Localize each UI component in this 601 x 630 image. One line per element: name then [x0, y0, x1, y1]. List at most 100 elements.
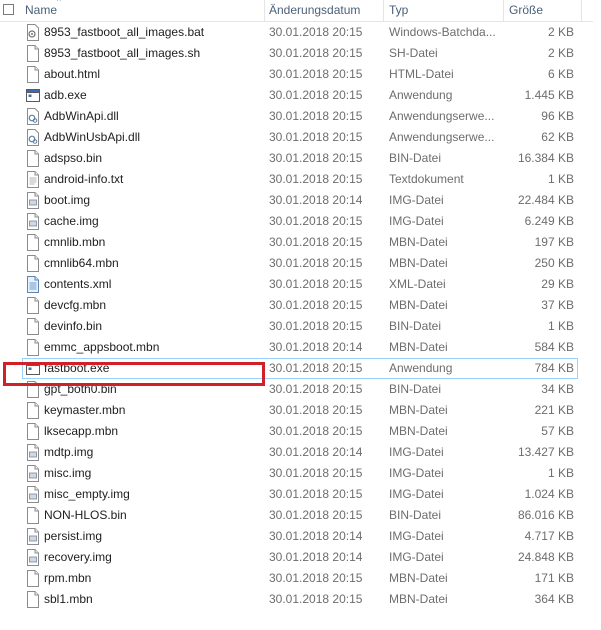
file-name: keymaster.mbn	[44, 403, 126, 417]
column-header-size[interactable]: Größe	[509, 0, 579, 21]
file-row[interactable]: contents.xml 30.01.2018 20:15 XML-Datei 29 …	[0, 274, 601, 295]
column-header-name[interactable]: Name	[25, 0, 260, 21]
file-size: 1.445 KB	[524, 88, 574, 102]
file-type: MBN-Datei	[389, 340, 448, 354]
file-name: devinfo.bin	[44, 319, 103, 333]
file-name: AdbWinUsbApi.dll	[44, 130, 141, 144]
vertical-scrollbar[interactable]	[593, 0, 601, 630]
file-row[interactable]: 8953_fastboot_all_images.sh 30.01.2018 20…	[0, 43, 601, 64]
file-row[interactable]: cache.img 30.01.2018 20:15 IMG-Datei 6.249 …	[0, 211, 601, 232]
file-row[interactable]: AdbWinUsbApi.dll 30.01.2018 20:15 Anwendun…	[0, 127, 601, 148]
column-header-type[interactable]: Typ	[389, 0, 499, 21]
generic-file-icon	[26, 318, 40, 335]
generic-file-icon	[26, 45, 40, 62]
file-row[interactable]: misc_empty.img 30.01.2018 20:15 IMG-Datei 1…	[0, 484, 601, 505]
file-type: HTML-Datei	[389, 67, 454, 81]
file-date: 30.01.2018 20:15	[269, 214, 363, 228]
file-name: 8953_fastboot_all_images.sh	[44, 46, 201, 60]
file-name: cache.img	[44, 214, 99, 228]
file-type: MBN-Datei	[389, 403, 448, 417]
file-row[interactable]: about.html 30.01.2018 20:15 HTML-Datei 6 KB	[0, 64, 601, 85]
column-divider[interactable]	[503, 0, 504, 21]
disk-image-icon	[26, 192, 40, 209]
file-name: lksecapp.mbn	[44, 424, 119, 438]
file-type: IMG-Datei	[389, 487, 444, 501]
file-size: 34 KB	[541, 382, 574, 396]
file-row[interactable]: cmnlib64.mbn 30.01.2018 20:15 MBN-Datei 250…	[0, 253, 601, 274]
column-divider[interactable]	[581, 0, 582, 21]
file-row[interactable]: adspso.bin 30.01.2018 20:15 BIN-Datei 16.38…	[0, 148, 601, 169]
file-name: rpm.mbn	[44, 571, 92, 585]
file-type: BIN-Datei	[389, 508, 442, 522]
file-row[interactable]: NON-HLOS.bin 30.01.2018 20:15 BIN-Datei 86.…	[0, 505, 601, 526]
select-all-checkbox[interactable]	[3, 4, 14, 15]
file-type: IMG-Datei	[389, 550, 444, 564]
file-size: 1 KB	[547, 172, 574, 186]
file-size: 171 KB	[534, 571, 574, 585]
file-type: Windows-Batchda...	[389, 25, 496, 39]
file-row[interactable]: persist.img 30.01.2018 20:14 IMG-Datei 4.71…	[0, 526, 601, 547]
generic-file-icon	[26, 570, 40, 587]
generic-file-icon	[26, 234, 40, 251]
file-size: 1 KB	[547, 319, 574, 333]
file-name: sbl1.mbn	[44, 592, 93, 606]
file-name: adspso.bin	[44, 151, 103, 165]
file-row[interactable]: cmnlib.mbn 30.01.2018 20:15 MBN-Datei 197 K…	[0, 232, 601, 253]
file-row[interactable]: keymaster.mbn 30.01.2018 20:15 MBN-Datei 22…	[0, 400, 601, 421]
file-type: Anwendung	[389, 361, 453, 375]
file-row[interactable]: adb.exe 30.01.2018 20:15 Anwendung 1.445 KB	[0, 85, 601, 106]
file-size: 62 KB	[541, 130, 574, 144]
file-size: 1 KB	[547, 466, 574, 480]
file-date: 30.01.2018 20:15	[269, 151, 363, 165]
file-row[interactable]: android-info.txt 30.01.2018 20:15 Textdoku…	[0, 169, 601, 190]
file-type: IMG-Datei	[389, 193, 444, 207]
file-row[interactable]: misc.img 30.01.2018 20:15 IMG-Datei 1 KB	[0, 463, 601, 484]
file-row[interactable]: AdbWinApi.dll 30.01.2018 20:15 Anwendungse…	[0, 106, 601, 127]
file-type: XML-Datei	[389, 277, 446, 291]
file-date: 30.01.2018 20:15	[269, 571, 363, 585]
file-size: 13.427 KB	[517, 445, 574, 459]
file-row[interactable]: lksecapp.mbn 30.01.2018 20:15 MBN-Datei 57 …	[0, 421, 601, 442]
file-row[interactable]: emmc_appsboot.mbn 30.01.2018 20:14 MBN-Dat…	[0, 337, 601, 358]
file-size: 6.249 KB	[524, 214, 574, 228]
file-type: Anwendungserwe...	[389, 109, 495, 123]
file-date: 30.01.2018 20:14	[269, 340, 363, 354]
file-date: 30.01.2018 20:15	[269, 319, 363, 333]
file-row[interactable]: sbl1.mbn 30.01.2018 20:15 MBN-Datei 364 KB	[0, 589, 601, 610]
column-divider[interactable]	[264, 0, 265, 21]
annotation-highlight-box	[3, 362, 265, 386]
file-row[interactable]: devinfo.bin 30.01.2018 20:15 BIN-Datei 1 KB	[0, 316, 601, 337]
column-header-date[interactable]: Änderungsdatum	[269, 0, 381, 21]
column-divider[interactable]	[383, 0, 384, 21]
file-date: 30.01.2018 20:15	[269, 67, 363, 81]
file-row[interactable]: devcfg.mbn 30.01.2018 20:15 MBN-Datei 37 KB	[0, 295, 601, 316]
file-date: 30.01.2018 20:14	[269, 193, 363, 207]
file-type: BIN-Datei	[389, 382, 442, 396]
text-file-icon	[26, 171, 40, 188]
file-row[interactable]: boot.img 30.01.2018 20:14 IMG-Datei 22.484 …	[0, 190, 601, 211]
file-name: mdtp.img	[44, 445, 94, 459]
file-name: misc.img	[44, 466, 92, 480]
generic-file-icon	[26, 339, 40, 356]
file-type: BIN-Datei	[389, 151, 442, 165]
file-row[interactable]: rpm.mbn 30.01.2018 20:15 MBN-Datei 171 KB	[0, 568, 601, 589]
file-row[interactable]: mdtp.img 30.01.2018 20:14 IMG-Datei 13.427 …	[0, 442, 601, 463]
file-type: SH-Datei	[389, 46, 438, 60]
disk-image-icon	[26, 444, 40, 461]
generic-file-icon	[26, 150, 40, 167]
file-date: 30.01.2018 20:15	[269, 172, 363, 186]
generic-file-icon	[26, 402, 40, 419]
file-size: 57 KB	[541, 424, 574, 438]
file-date: 30.01.2018 20:15	[269, 235, 363, 249]
file-row[interactable]: recovery.img 30.01.2018 20:14 IMG-Datei 24.…	[0, 547, 601, 568]
dll-file-icon	[26, 129, 40, 146]
file-size: 37 KB	[541, 298, 574, 312]
file-name: contents.xml	[44, 277, 112, 291]
file-size: 584 KB	[534, 340, 574, 354]
disk-image-icon	[26, 549, 40, 566]
file-date: 30.01.2018 20:14	[269, 550, 363, 564]
file-date: 30.01.2018 20:15	[269, 508, 363, 522]
file-date: 30.01.2018 20:15	[269, 256, 363, 270]
file-name: 8953_fastboot_all_images.bat	[44, 25, 205, 39]
file-row[interactable]: 8953_fastboot_all_images.bat 30.01.2018 2…	[0, 22, 601, 43]
